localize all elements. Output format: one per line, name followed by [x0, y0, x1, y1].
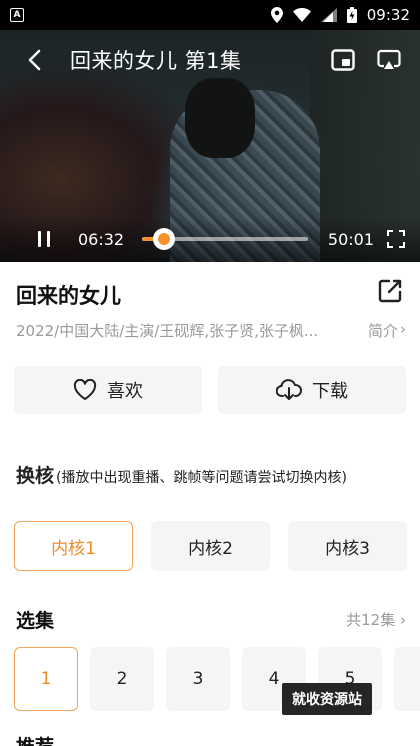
- chevron-right-icon: ›: [400, 611, 406, 629]
- player-controls: 06:32 50:01: [0, 216, 420, 262]
- episodes-count-link[interactable]: 共12集 ›: [346, 609, 406, 630]
- episodes-title: 选集: [16, 610, 55, 632]
- battery-icon: [346, 7, 357, 23]
- kernel-options: 内核1 内核2 内核3: [14, 521, 420, 571]
- location-icon: [270, 7, 283, 23]
- status-bar: A 09:32: [0, 0, 420, 30]
- chevron-right-icon: ›: [400, 320, 406, 338]
- action-row: 喜欢 下载: [14, 366, 406, 414]
- kernel-option-2[interactable]: 内核2: [151, 521, 270, 571]
- episode-item[interactable]: 1: [14, 647, 78, 711]
- fullscreen-button[interactable]: [386, 229, 406, 249]
- show-meta-text: 2022/中国大陆/主演/王砚辉,张子贤,张子枫...: [16, 322, 319, 340]
- chevron-left-icon: [28, 49, 41, 71]
- progress-bar[interactable]: [142, 228, 308, 250]
- share-button[interactable]: [376, 277, 404, 305]
- pause-button[interactable]: [34, 229, 54, 249]
- progress-handle[interactable]: [152, 228, 175, 250]
- player-title: 回来的女儿 第1集: [70, 49, 242, 73]
- kernel-section-header: 换核 (播放中出现重播、跳帧等问题请尝试切换内核): [16, 466, 408, 489]
- episode-item[interactable]: 3: [166, 647, 230, 711]
- status-time: 09:32: [366, 6, 410, 24]
- kernel-note: (播放中出现重播、跳帧等问题请尝试切换内核): [56, 470, 347, 486]
- episodes-count: 共12集: [346, 611, 396, 629]
- heart-icon: [73, 379, 97, 400]
- show-meta[interactable]: 2022/中国大陆/主演/王砚辉,张子贤,张子枫... 简介 ›: [16, 320, 406, 341]
- download-icon: [276, 379, 302, 400]
- kernel-option-3[interactable]: 内核3: [288, 521, 407, 571]
- picture-in-picture-icon: [331, 49, 355, 71]
- cast-icon: [377, 49, 401, 69]
- video-player[interactable]: 回来的女儿 第1集 06:32 50:01: [0, 30, 420, 262]
- watermark: 就收资源站: [282, 683, 372, 715]
- like-button[interactable]: 喜欢: [14, 366, 202, 414]
- recommend-title: 推荐: [16, 732, 54, 746]
- episode-item-partial[interactable]: [394, 647, 420, 711]
- fullscreen-icon: [387, 230, 405, 248]
- pip-button[interactable]: [330, 47, 356, 73]
- kernel-title: 换核: [16, 465, 55, 487]
- cast-button[interactable]: [376, 47, 402, 73]
- current-time: 06:32: [77, 229, 125, 249]
- player-top-bar: 回来的女儿 第1集: [0, 30, 420, 90]
- signal-icon: [320, 8, 337, 22]
- back-button[interactable]: [18, 44, 50, 76]
- intro-link[interactable]: 简介: [368, 320, 398, 341]
- download-label: 下载: [312, 381, 348, 402]
- show-title: 回来的女儿: [16, 284, 121, 308]
- duration: 50:01: [327, 229, 374, 249]
- kernel-option-1[interactable]: 内核1: [14, 521, 133, 571]
- wifi-icon: [292, 8, 311, 22]
- like-label: 喜欢: [107, 381, 143, 402]
- download-button[interactable]: 下载: [218, 366, 406, 414]
- share-icon: [378, 279, 402, 303]
- episode-item[interactable]: 2: [90, 647, 154, 711]
- app-badge-icon: A: [10, 8, 24, 22]
